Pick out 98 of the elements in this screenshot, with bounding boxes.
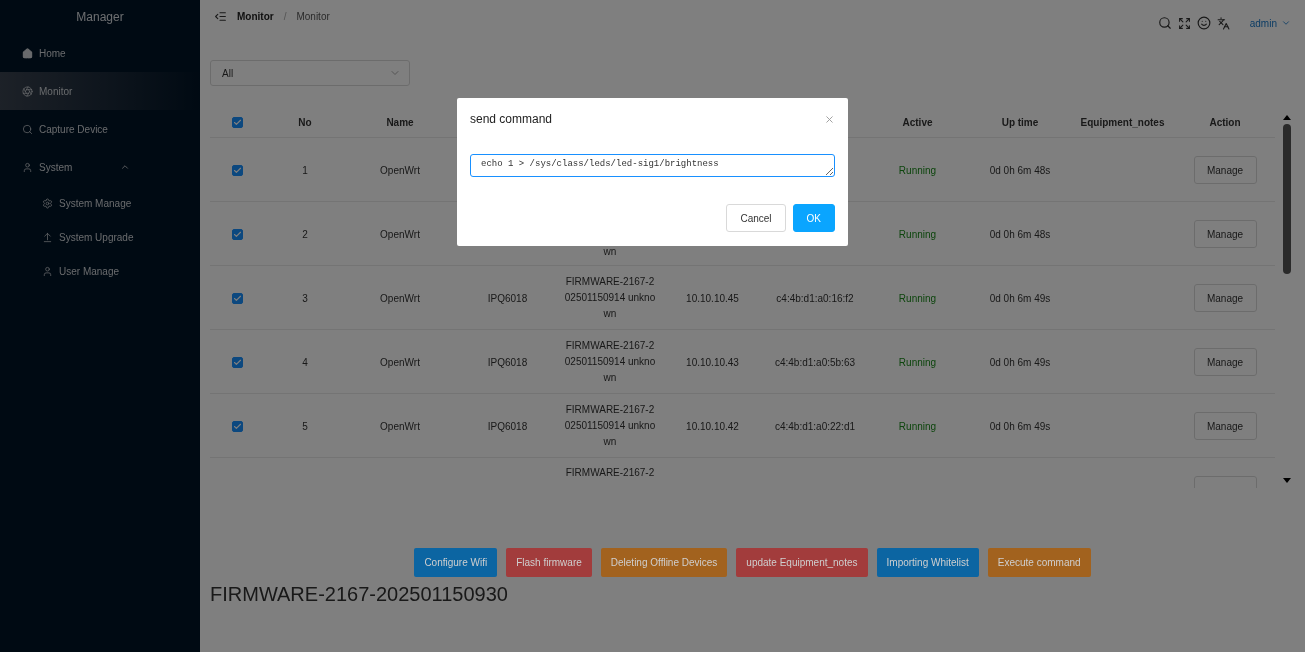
manage-button[interactable]: Manage bbox=[1193, 156, 1257, 184]
sidebar-item[interactable]: Home bbox=[0, 34, 200, 72]
scroll-down-icon[interactable] bbox=[1282, 478, 1292, 484]
table-cell: c4:4b:d1:a0:16:f2 bbox=[776, 292, 854, 304]
action-button[interactable]: Deleting Offline Devices bbox=[600, 548, 728, 577]
column-header: Action bbox=[1209, 117, 1241, 128]
breadcrumb-item: Monitor bbox=[296, 10, 330, 24]
app-title: Manager bbox=[75, 9, 125, 26]
table-cell: c4:4b:d1:a0:22:d1 bbox=[774, 420, 856, 432]
dialog-title: send command bbox=[470, 112, 553, 126]
menu-icon[interactable] bbox=[214, 10, 227, 23]
checkbox[interactable] bbox=[232, 117, 243, 128]
table-cell-text: 02501150914 unkno bbox=[564, 419, 656, 433]
column-header: No bbox=[298, 117, 312, 128]
action-button[interactable]: Importing Whitelist bbox=[876, 548, 979, 577]
table-cell-text: 02501150914 unkno bbox=[564, 291, 656, 305]
scrollbar[interactable] bbox=[1282, 114, 1292, 484]
table-cell-text: FIRMWARE-2167-2 bbox=[565, 275, 655, 289]
table-cell: 2 bbox=[302, 228, 308, 240]
table-cell: OpenWrt bbox=[380, 228, 420, 240]
user-menu[interactable]: admin bbox=[1249, 17, 1291, 29]
table-cell: 10.10.10.43 bbox=[686, 356, 739, 368]
smiley-icon[interactable] bbox=[1196, 16, 1211, 30]
home-icon bbox=[22, 47, 33, 59]
checkbox[interactable] bbox=[232, 228, 243, 240]
manage-button[interactable]: Manage bbox=[1193, 412, 1257, 440]
sidebar-item[interactable]: System bbox=[0, 148, 200, 186]
table-cell: OpenWrt bbox=[380, 356, 420, 368]
close-button[interactable] bbox=[824, 113, 835, 125]
status-text: Running bbox=[898, 292, 937, 304]
table-cell: 3 bbox=[302, 292, 308, 304]
checkbox[interactable] bbox=[232, 356, 243, 368]
scroll-up-icon[interactable] bbox=[1282, 114, 1292, 120]
search-icon bbox=[22, 123, 33, 135]
action-button[interactable]: Execute command bbox=[987, 548, 1091, 577]
translate-icon[interactable] bbox=[1216, 16, 1230, 30]
table-cell: IPQ6018 bbox=[487, 356, 528, 368]
manage-button[interactable]: Manage bbox=[1193, 220, 1257, 248]
chevron-down-icon bbox=[1281, 18, 1291, 28]
table-cell: c4:4b:d1:a0:5b:63 bbox=[774, 356, 856, 368]
table-cell: IPQ6018 bbox=[487, 292, 528, 304]
table-cell-text: wn bbox=[603, 245, 617, 259]
table-cell: 5 bbox=[302, 420, 308, 432]
table-cell-text: wn bbox=[603, 371, 617, 385]
filter-select[interactable]: All bbox=[210, 60, 410, 86]
checkbox[interactable] bbox=[232, 292, 243, 304]
column-header: Equipment_notes bbox=[1080, 117, 1165, 128]
table-cell: 0d 0h 6m 48s bbox=[989, 228, 1051, 240]
action-button[interactable]: Flash firmware bbox=[506, 548, 592, 577]
checkbox[interactable] bbox=[232, 420, 243, 432]
fullscreen-icon[interactable] bbox=[1177, 16, 1191, 30]
sidebar-subitem[interactable]: System Manage bbox=[0, 186, 200, 220]
table-cell: OpenWrt bbox=[380, 292, 420, 304]
table-cell-text: wn bbox=[603, 435, 617, 449]
column-header: Name bbox=[386, 117, 414, 128]
aperture-icon bbox=[22, 85, 33, 97]
firmware-version: FIRMWARE-2167-202501150930 bbox=[210, 583, 509, 606]
table-cell: OpenWrt bbox=[380, 420, 420, 432]
manage-button[interactable]: Manage bbox=[1193, 348, 1257, 376]
manage-button[interactable]: Manage bbox=[1193, 284, 1257, 312]
table-cell: 1 bbox=[302, 164, 308, 176]
cancel-button[interactable]: Cancel bbox=[726, 204, 786, 232]
column-header: Active bbox=[902, 117, 933, 128]
table-cell: 0d 0h 6m 49s bbox=[989, 356, 1051, 368]
ok-button[interactable]: OK bbox=[792, 204, 835, 232]
breadcrumb-separator: / bbox=[283, 10, 287, 24]
status-text: Running bbox=[898, 228, 937, 240]
table-cell-text: FIRMWARE-2167-2 bbox=[565, 403, 655, 417]
table-cell-text: FIRMWARE-2167-2 bbox=[565, 339, 655, 353]
sidebar-subitem[interactable]: System Upgrade bbox=[0, 220, 200, 254]
table-cell: 10.10.10.45 bbox=[686, 292, 739, 304]
table-cell: 0d 0h 6m 49s bbox=[989, 420, 1051, 432]
user-icon bbox=[42, 265, 53, 277]
status-text: Running bbox=[898, 420, 937, 432]
table-cell-text: wn bbox=[603, 307, 617, 321]
command-field[interactable]: echo 1 > /sys/class/leds/led-sig1/brightness bbox=[470, 154, 835, 177]
search-icon[interactable] bbox=[1157, 16, 1172, 30]
table-cell-text: 02501150914 unkno bbox=[564, 355, 656, 369]
upload-icon bbox=[42, 231, 53, 243]
table-cell: 4 bbox=[302, 356, 308, 368]
status-text: Running bbox=[898, 164, 937, 176]
table-cell-text: FIRMWARE-2167-2 bbox=[565, 466, 655, 480]
breadcrumb-item[interactable]: Monitor bbox=[237, 10, 274, 24]
user-icon bbox=[22, 161, 33, 173]
status-text: Running bbox=[898, 356, 937, 368]
table-cell: 0d 0h 6m 48s bbox=[989, 164, 1051, 176]
action-button[interactable]: Configure Wifi bbox=[414, 548, 498, 577]
table-cell: 0d 0h 6m 49s bbox=[989, 292, 1051, 304]
table-cell: IPQ6018 bbox=[487, 420, 528, 432]
action-button[interactable]: update Equipment_notes bbox=[736, 548, 868, 577]
chevron-up-icon bbox=[120, 162, 130, 172]
sidebar-item[interactable]: Capture Device bbox=[0, 110, 200, 148]
checkbox[interactable] bbox=[232, 164, 243, 176]
column-header: Up time bbox=[1001, 117, 1039, 128]
sidebar-subitem[interactable]: User Manage bbox=[0, 254, 200, 288]
table-cell: 10.10.10.42 bbox=[686, 420, 739, 432]
table-cell: OpenWrt bbox=[380, 164, 420, 176]
gear-icon bbox=[42, 197, 53, 209]
